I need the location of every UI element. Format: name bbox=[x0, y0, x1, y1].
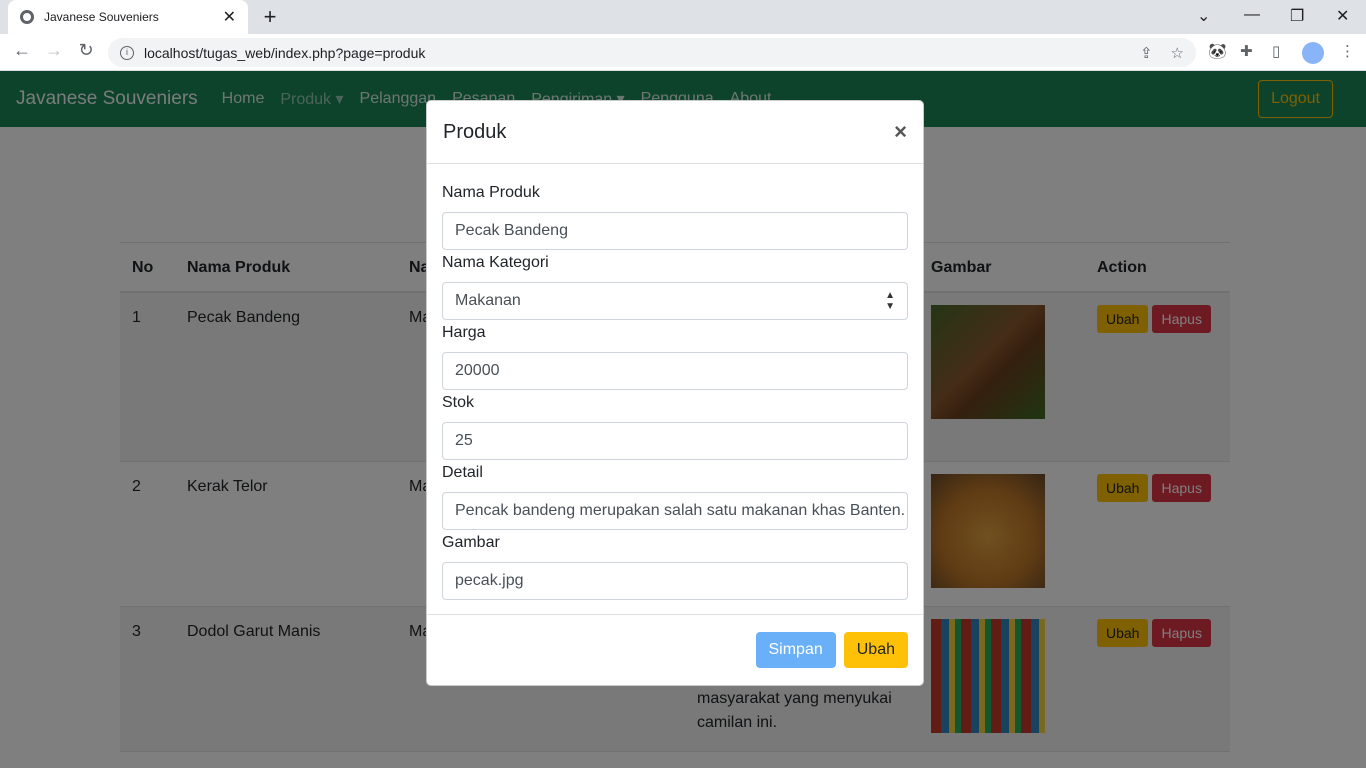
window-close-icon[interactable]: ✕ bbox=[1336, 6, 1349, 26]
restore-icon[interactable]: ❐ bbox=[1290, 6, 1304, 26]
profile-avatar[interactable] bbox=[1302, 42, 1324, 64]
new-tab-icon[interactable]: + bbox=[258, 4, 282, 30]
tab-close-icon[interactable]: ✕ bbox=[223, 7, 236, 27]
label-detail: Detail bbox=[442, 464, 483, 481]
back-icon[interactable]: ← bbox=[10, 40, 34, 61]
bookmark-star-icon[interactable]: ☆ bbox=[1171, 44, 1184, 62]
detail-input[interactable]: Pencak bandeng merupakan salah satu maka… bbox=[442, 492, 908, 530]
simpan-button[interactable]: Simpan bbox=[755, 632, 836, 668]
side-panel-icon[interactable]: ▯ bbox=[1272, 42, 1280, 60]
close-icon[interactable]: × bbox=[894, 119, 907, 145]
panda-extension-icon[interactable]: 🐼 bbox=[1208, 42, 1227, 60]
modal-title: Produk bbox=[443, 120, 507, 143]
modal-body: Nama Produk Pecak Bandeng Nama Kategori … bbox=[427, 164, 923, 600]
browser-toolbar: ← → ↻ i localhost/tugas_web/index.php?pa… bbox=[0, 34, 1366, 71]
extensions-puzzle-icon[interactable]: ✚ bbox=[1240, 42, 1253, 60]
minimize-icon[interactable]: — bbox=[1244, 6, 1260, 24]
label-stok: Stok bbox=[442, 394, 475, 411]
modal-footer: Simpan Ubah bbox=[427, 614, 923, 685]
kategori-selected: Makanan bbox=[455, 292, 521, 309]
reload-icon[interactable]: ↻ bbox=[74, 40, 98, 61]
label-gambar: Gambar bbox=[442, 534, 500, 551]
share-icon[interactable]: ⇪ bbox=[1140, 44, 1153, 62]
gambar-input[interactable]: pecak.jpg bbox=[442, 562, 908, 600]
url-text[interactable]: localhost/tugas_web/index.php?page=produ… bbox=[144, 45, 1122, 61]
menu-kebab-icon[interactable]: ⋮ bbox=[1340, 42, 1355, 60]
ubah-button[interactable]: Ubah bbox=[843, 632, 908, 668]
kategori-select[interactable]: Makanan ▲ ▼ bbox=[442, 282, 908, 320]
label-nama-produk: Nama Produk bbox=[442, 184, 540, 201]
globe-icon bbox=[20, 10, 34, 24]
site-info-icon[interactable]: i bbox=[120, 45, 134, 60]
browser-tabstrip: Javanese Souveniers ✕ + ⌄ — ❐ ✕ bbox=[0, 0, 1366, 34]
address-bar[interactable]: i localhost/tugas_web/index.php?page=pro… bbox=[108, 38, 1196, 67]
tab-title: Javanese Souveniers bbox=[44, 10, 159, 24]
select-arrows-icon: ▲ ▼ bbox=[885, 290, 895, 312]
modal-header: Produk × bbox=[427, 101, 923, 164]
browser-tab[interactable]: Javanese Souveniers ✕ bbox=[8, 0, 248, 34]
product-modal: Produk × Nama Produk Pecak Bandeng Nama … bbox=[426, 100, 924, 686]
label-harga: Harga bbox=[442, 324, 486, 341]
stok-input[interactable]: 25 bbox=[442, 422, 908, 460]
forward-icon[interactable]: → bbox=[42, 40, 66, 61]
label-nama-kategori: Nama Kategori bbox=[442, 254, 549, 271]
nama-produk-input[interactable]: Pecak Bandeng bbox=[442, 212, 908, 250]
tab-search-icon[interactable]: ⌄ bbox=[1197, 6, 1210, 26]
harga-input[interactable]: 20000 bbox=[442, 352, 908, 390]
